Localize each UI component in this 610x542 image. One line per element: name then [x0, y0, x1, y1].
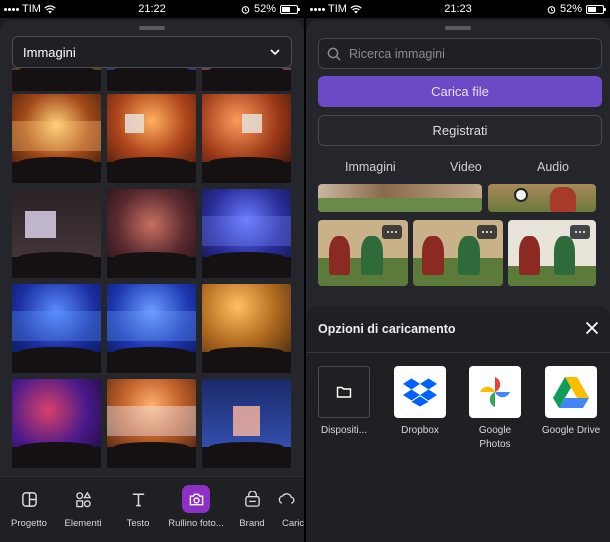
media-tabs: Immagini Video Audio: [318, 156, 602, 182]
tab-video[interactable]: Video: [450, 160, 482, 174]
more-options-button[interactable]: [570, 225, 590, 239]
left-phone-screen: TIM 21:22 52% Immagini Progetto Elementi…: [0, 0, 304, 542]
photo-thumbnail[interactable]: [202, 284, 291, 373]
nav-tab-label: Elementi: [64, 518, 102, 529]
search-icon: [327, 47, 341, 61]
right-phone-screen: TIM 21:23 52% Ricerca immagini Carica fi…: [306, 0, 610, 542]
more-options-button[interactable]: [477, 225, 497, 239]
photo-thumbnail[interactable]: [107, 68, 196, 91]
uploads-panel: Ricerca immagini Carica file Registrati …: [306, 20, 610, 542]
nav-tab-rullino-foto[interactable]: Rullino foto...: [166, 485, 226, 529]
nav-tab-label: Rullino foto...: [168, 518, 224, 529]
photo-thumbnail[interactable]: [107, 94, 196, 183]
alarm-icon: [241, 5, 250, 14]
upload-option-google-photos[interactable]: Google Photos: [464, 366, 526, 452]
nav-tab-label: Progetto: [11, 518, 47, 529]
nav-tab-label: Brand: [239, 518, 265, 529]
nav-tab-label: Testo: [126, 518, 150, 529]
battery-percent: 52%: [559, 3, 582, 15]
nav-tab-progetto[interactable]: Progetto: [0, 487, 59, 529]
search-input[interactable]: Ricerca immagini: [318, 38, 602, 69]
upload-options-sheet: Opzioni di caricamento Dispositi... Drop…: [306, 306, 610, 542]
battery-icon: [280, 4, 300, 14]
editor-bottom-nav: Progetto Elementi Testo Rullino foto... …: [0, 476, 304, 542]
upload-options-title: Opzioni di caricamento: [318, 322, 456, 336]
photo-picker-sheet: Immagini Progetto Elementi Testo Rullino…: [0, 20, 304, 542]
uploaded-image[interactable]: [508, 220, 596, 286]
dropbox-icon: [403, 378, 437, 407]
sheet-drag-handle[interactable]: [139, 26, 165, 30]
uploaded-image[interactable]: [318, 220, 408, 286]
folder-icon: [336, 386, 352, 398]
album-dropdown-label: Immagini: [23, 44, 76, 60]
uploaded-image[interactable]: [488, 184, 596, 212]
photo-thumbnail[interactable]: [202, 68, 291, 91]
text-icon: [132, 493, 144, 506]
battery-percent: 52%: [253, 3, 276, 15]
upload-file-button[interactable]: Carica file: [318, 76, 602, 107]
uploaded-image[interactable]: [318, 184, 482, 212]
close-icon[interactable]: [584, 320, 600, 336]
uploaded-images-grid: [318, 184, 602, 286]
sheet-divider: [306, 352, 610, 353]
more-options-button[interactable]: [382, 225, 402, 239]
photo-thumbnail[interactable]: [12, 68, 101, 91]
upload-option-label: Dropbox: [401, 425, 439, 436]
uploaded-image[interactable]: [413, 220, 503, 286]
google-photos-icon: [480, 377, 510, 407]
status-bar: TIM 21:23 52%: [306, 0, 610, 18]
photo-thumbnail[interactable]: [12, 379, 101, 468]
nav-tab-elementi[interactable]: Elementi: [53, 487, 113, 529]
photo-thumbnail[interactable]: [202, 189, 291, 278]
upload-icon: [278, 492, 295, 504]
google-drive-icon: [553, 377, 589, 408]
upload-option-label: Google Photos: [478, 425, 512, 450]
photo-thumbnail[interactable]: [12, 189, 101, 278]
layout-icon: [21, 491, 37, 507]
upload-option-google-drive[interactable]: Google Drive: [540, 366, 602, 438]
upload-option-label: Google Drive: [541, 425, 601, 436]
battery-icon: [586, 4, 606, 14]
nav-tab-brand[interactable]: Brand: [222, 487, 282, 529]
status-bar: TIM 21:22 52%: [0, 0, 304, 18]
album-dropdown[interactable]: Immagini: [12, 36, 292, 68]
sheet-drag-handle[interactable]: [445, 26, 471, 30]
photo-thumbnail[interactable]: [202, 94, 291, 183]
alarm-icon: [547, 5, 556, 14]
record-button[interactable]: Registrati: [318, 115, 602, 146]
nav-tab-label: Caric: [282, 518, 304, 529]
shapes-icon: [75, 491, 91, 507]
photo-thumbnail[interactable]: [107, 284, 196, 373]
camera-icon: [189, 493, 203, 505]
upload-option-label: Dispositi...: [320, 425, 368, 436]
upload-option-dropbox[interactable]: Dropbox: [389, 366, 451, 438]
tab-immagini[interactable]: Immagini: [345, 160, 396, 174]
nav-tab-testo[interactable]: Testo: [108, 487, 168, 529]
photo-thumbnail[interactable]: [202, 379, 291, 468]
search-placeholder: Ricerca immagini: [349, 46, 445, 61]
photo-grid: [12, 68, 292, 476]
upload-option-device[interactable]: Dispositi...: [313, 366, 375, 438]
nav-tab-carica[interactable]: Caric: [276, 487, 304, 529]
brand-icon: [244, 490, 260, 507]
photo-thumbnail[interactable]: [12, 284, 101, 373]
chevron-down-icon: [270, 49, 280, 56]
photo-thumbnail[interactable]: [107, 379, 196, 468]
photo-thumbnail[interactable]: [107, 189, 196, 278]
tab-audio[interactable]: Audio: [537, 160, 569, 174]
photo-thumbnail[interactable]: [12, 94, 101, 183]
